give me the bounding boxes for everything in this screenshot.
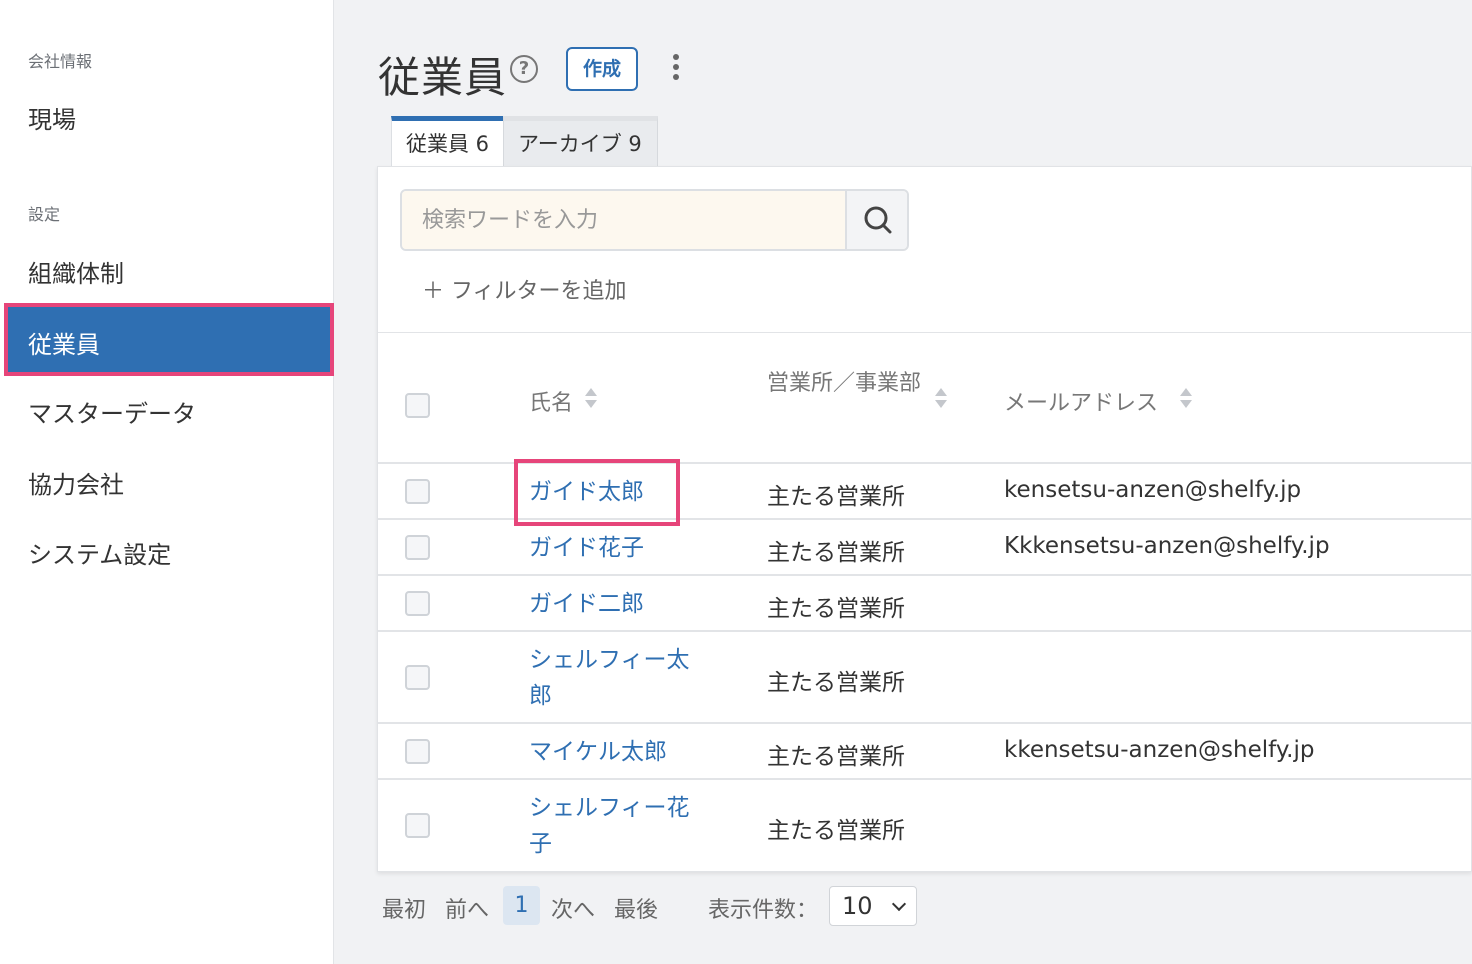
sort-email-icon[interactable] — [1180, 388, 1192, 410]
row-office: 主たる営業所 — [767, 540, 905, 566]
row-office: 主たる営業所 — [767, 484, 905, 510]
row-office: 主たる営業所 — [767, 818, 905, 844]
sort-office-icon[interactable] — [935, 388, 947, 410]
sort-name-icon[interactable] — [585, 388, 597, 410]
tab-employees[interactable]: 従業員 6 — [391, 116, 503, 166]
row-divider — [378, 722, 1471, 724]
row-checkbox[interactable] — [405, 665, 430, 690]
row-office: 主たる営業所 — [767, 670, 905, 696]
pager-next[interactable]: 次へ — [551, 892, 595, 924]
row-checkbox[interactable] — [405, 479, 430, 504]
row-email: kkensetsu-anzen@shelfy.jp — [1004, 737, 1315, 763]
row-email: kensetsu-anzen@shelfy.jp — [1004, 477, 1302, 503]
per-page-label: 表示件数： — [708, 898, 819, 923]
row-name-link[interactable]: ガイド花子 — [529, 530, 709, 566]
col-header-email[interactable]: メールアドレス — [1004, 385, 1158, 417]
row-checkbox[interactable] — [405, 535, 430, 560]
highlight-box — [514, 459, 680, 526]
row-name-link[interactable]: シェルフィー太郎 — [529, 642, 699, 714]
sidebar-item-site[interactable]: 現場 — [28, 100, 76, 135]
pager-prev[interactable]: 前へ — [445, 892, 489, 924]
row-divider — [378, 630, 1471, 632]
create-button[interactable]: 作成 — [566, 47, 638, 91]
pager-last[interactable]: 最後 — [614, 892, 658, 924]
col-header-name[interactable]: 氏名 — [529, 385, 573, 417]
row-divider — [378, 574, 1471, 576]
row-office: 主たる営業所 — [767, 744, 905, 770]
page-title: 従業員 — [378, 53, 508, 102]
pager-first[interactable]: 最初 — [382, 892, 426, 924]
more-menu-icon[interactable] — [668, 54, 684, 84]
search-box — [400, 189, 909, 251]
sidebar-section-company: 会社情報 — [28, 52, 93, 71]
per-page-value: 10 — [842, 892, 873, 920]
employee-panel: ＋ フィルターを追加 氏名 営業所／事業部 メールアドレス ガイド太郎 主たる営… — [377, 166, 1472, 872]
row-checkbox[interactable] — [405, 813, 430, 838]
pager-current-page[interactable]: 1 — [503, 886, 540, 925]
help-icon[interactable]: ? — [510, 55, 538, 83]
sidebar-section-settings: 設定 — [28, 205, 61, 224]
sidebar-item-employees[interactable]: 従業員 — [4, 303, 334, 376]
chevron-down-icon — [891, 896, 907, 912]
search-icon — [864, 206, 892, 234]
row-email: Kkkensetsu-anzen@shelfy.jp — [1004, 533, 1330, 559]
row-divider — [378, 778, 1471, 780]
sidebar-item-master[interactable]: マスターデータ — [28, 394, 196, 429]
row-checkbox[interactable] — [405, 591, 430, 616]
sidebar-item-partner[interactable]: 協力会社 — [28, 465, 124, 500]
add-filter-button[interactable]: ＋ フィルターを追加 — [422, 273, 627, 305]
sidebar: 会社情報 現場 設定 組織体制 従業員 マスターデータ 協力会社 システム設定 — [0, 0, 334, 964]
row-name-link[interactable]: シェルフィー花子 — [529, 790, 699, 862]
table-divider — [378, 332, 1471, 333]
row-checkbox[interactable] — [405, 739, 430, 764]
per-page-select[interactable]: 10 — [829, 886, 917, 926]
tab-archive[interactable]: アーカイブ 9 — [503, 116, 658, 166]
col-header-office[interactable]: 営業所／事業部 — [767, 366, 922, 402]
search-button[interactable] — [845, 191, 907, 249]
sidebar-item-system[interactable]: システム設定 — [28, 535, 171, 570]
select-all-checkbox[interactable] — [405, 393, 430, 418]
row-name-link[interactable]: ガイド二郎 — [529, 586, 709, 622]
sidebar-item-employees-label: 従業員 — [28, 331, 100, 359]
row-name-link[interactable]: マイケル太郎 — [529, 734, 709, 770]
row-office: 主たる営業所 — [767, 596, 905, 622]
sidebar-item-org[interactable]: 組織体制 — [28, 254, 124, 289]
search-input[interactable] — [402, 191, 847, 249]
